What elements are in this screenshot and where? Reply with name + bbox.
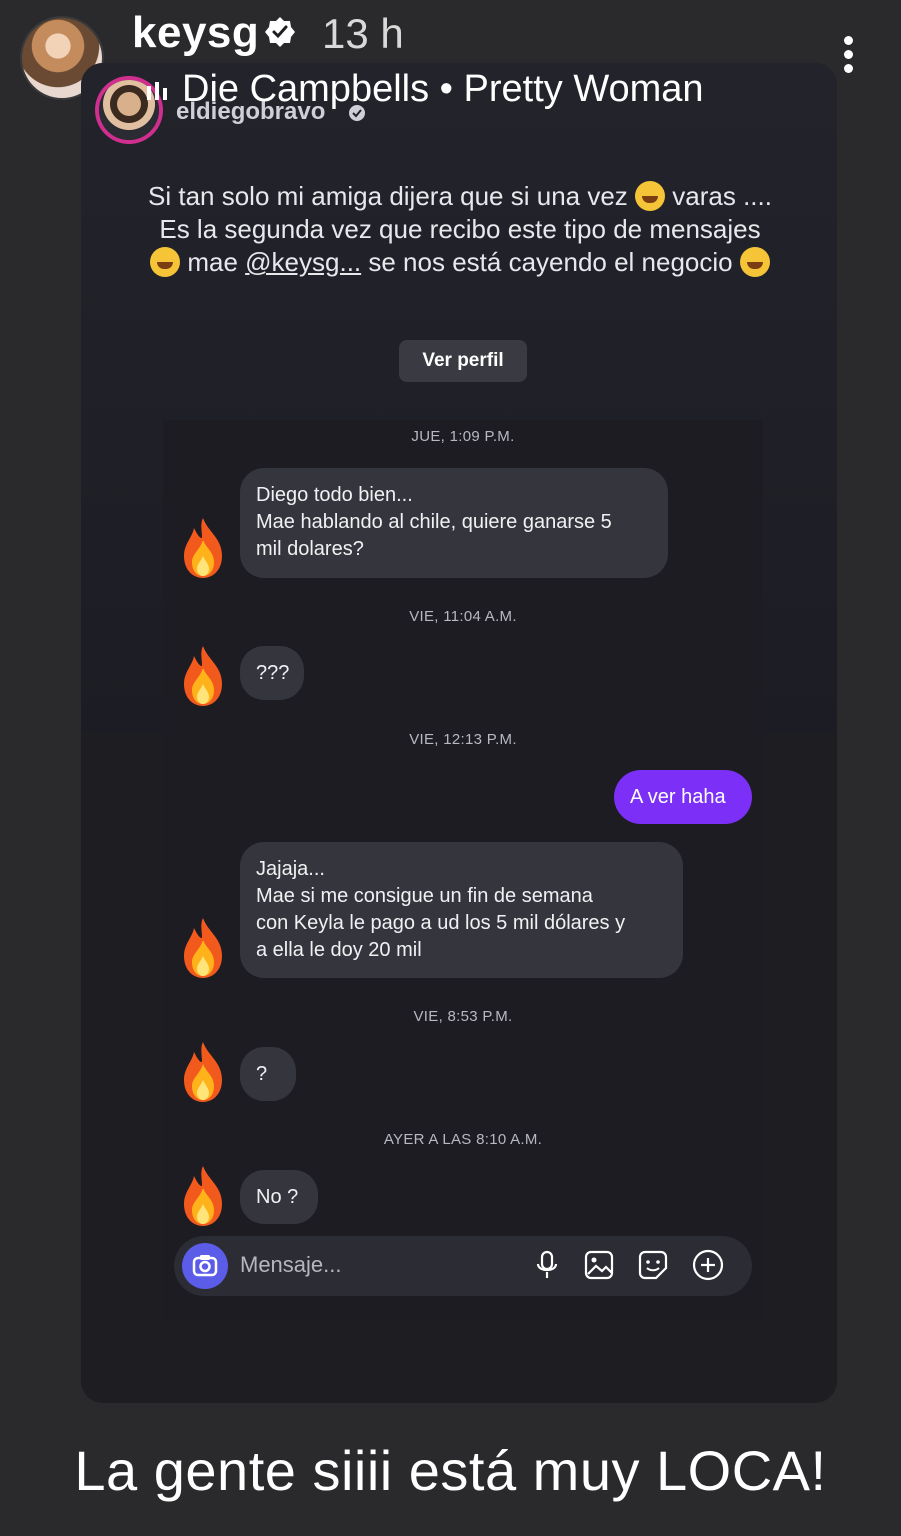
fire-avatar-icon (184, 1166, 222, 1226)
timestamp-divider: VIE, 12:13 P.M. (409, 731, 517, 748)
message-text: Diego todo bien... (256, 484, 413, 506)
post-caption: Si tan solo mi amiga dijera que si una v… (120, 180, 800, 279)
message-input[interactable]: Mensaje... (240, 1252, 342, 1278)
fire-avatar-icon (184, 918, 222, 978)
message-text: Mae si me consigue un fin de semana (256, 885, 593, 907)
caption-text: Si tan solo mi amiga dijera que si una v… (148, 181, 628, 211)
message-text: No ? (256, 1186, 299, 1208)
verified-badge-icon (349, 105, 365, 121)
fire-avatar-icon (184, 646, 222, 706)
message-text: con Keyla le pago a ud los 5 mil dólares… (256, 912, 626, 934)
received-message-bubble[interactable]: No ? (240, 1170, 318, 1224)
caption-text: varas .... (672, 181, 772, 211)
camera-button[interactable] (182, 1243, 228, 1289)
sweat-smile-emoji-icon (150, 247, 181, 277)
verified-badge-icon (265, 17, 295, 47)
microphone-icon[interactable] (530, 1248, 564, 1282)
message-text: A ver haha (630, 786, 726, 808)
caption-mention-link[interactable]: @keysg... (245, 247, 361, 277)
message-text: Jajaja... (256, 858, 325, 880)
view-profile-button[interactable]: Ver perfil (399, 340, 527, 382)
more-options-icon[interactable] (838, 36, 858, 80)
sent-message-bubble[interactable]: A ver haha (614, 770, 752, 824)
timestamp-divider: JUE, 1:09 P.M. (411, 428, 515, 445)
received-message-bubble[interactable]: ? (240, 1047, 296, 1101)
message-text: mil dolares? (256, 538, 364, 560)
received-message-bubble[interactable]: Jajaja... Mae si me consigue un fin de s… (240, 842, 683, 978)
message-text: a ella le doy 20 mil (256, 939, 422, 961)
caption-text: mae (187, 247, 238, 277)
received-message-bubble[interactable]: ??? (240, 646, 304, 700)
music-bars-icon (147, 82, 167, 100)
timestamp-divider: AYER A LAS 8:10 A.M. (383, 1131, 543, 1148)
caption-text: se nos está cayendo el negocio (368, 247, 733, 277)
gallery-icon[interactable] (582, 1248, 616, 1282)
timestamp-divider: VIE, 11:04 A.M. (409, 608, 517, 625)
add-circle-icon[interactable] (691, 1248, 725, 1282)
story-text-overlay: La gente siiii está muy LOCA! (74, 1439, 827, 1502)
fire-avatar-icon (184, 1042, 222, 1102)
message-text: ? (256, 1063, 268, 1085)
story-username[interactable]: keysg (132, 8, 259, 58)
camera-icon (192, 1255, 218, 1277)
joy-emoji-icon (739, 247, 770, 277)
timestamp-divider: VIE, 8:53 P.M. (413, 1008, 513, 1025)
fire-avatar-icon (184, 518, 222, 578)
sticker-icon[interactable] (636, 1248, 670, 1282)
story-timestamp: 13 h (322, 10, 404, 57)
message-text: ??? (256, 662, 290, 684)
caption-text: Es la segunda vez que recibo este tipo d… (159, 214, 761, 244)
received-message-bubble[interactable]: Diego todo bien... Mae hablando al chile… (240, 468, 668, 578)
message-text: Mae hablando al chile, quiere ganarse 5 (256, 511, 612, 533)
rofl-emoji-icon (635, 181, 666, 211)
dm-username[interactable]: eldiegobravo (176, 98, 325, 126)
